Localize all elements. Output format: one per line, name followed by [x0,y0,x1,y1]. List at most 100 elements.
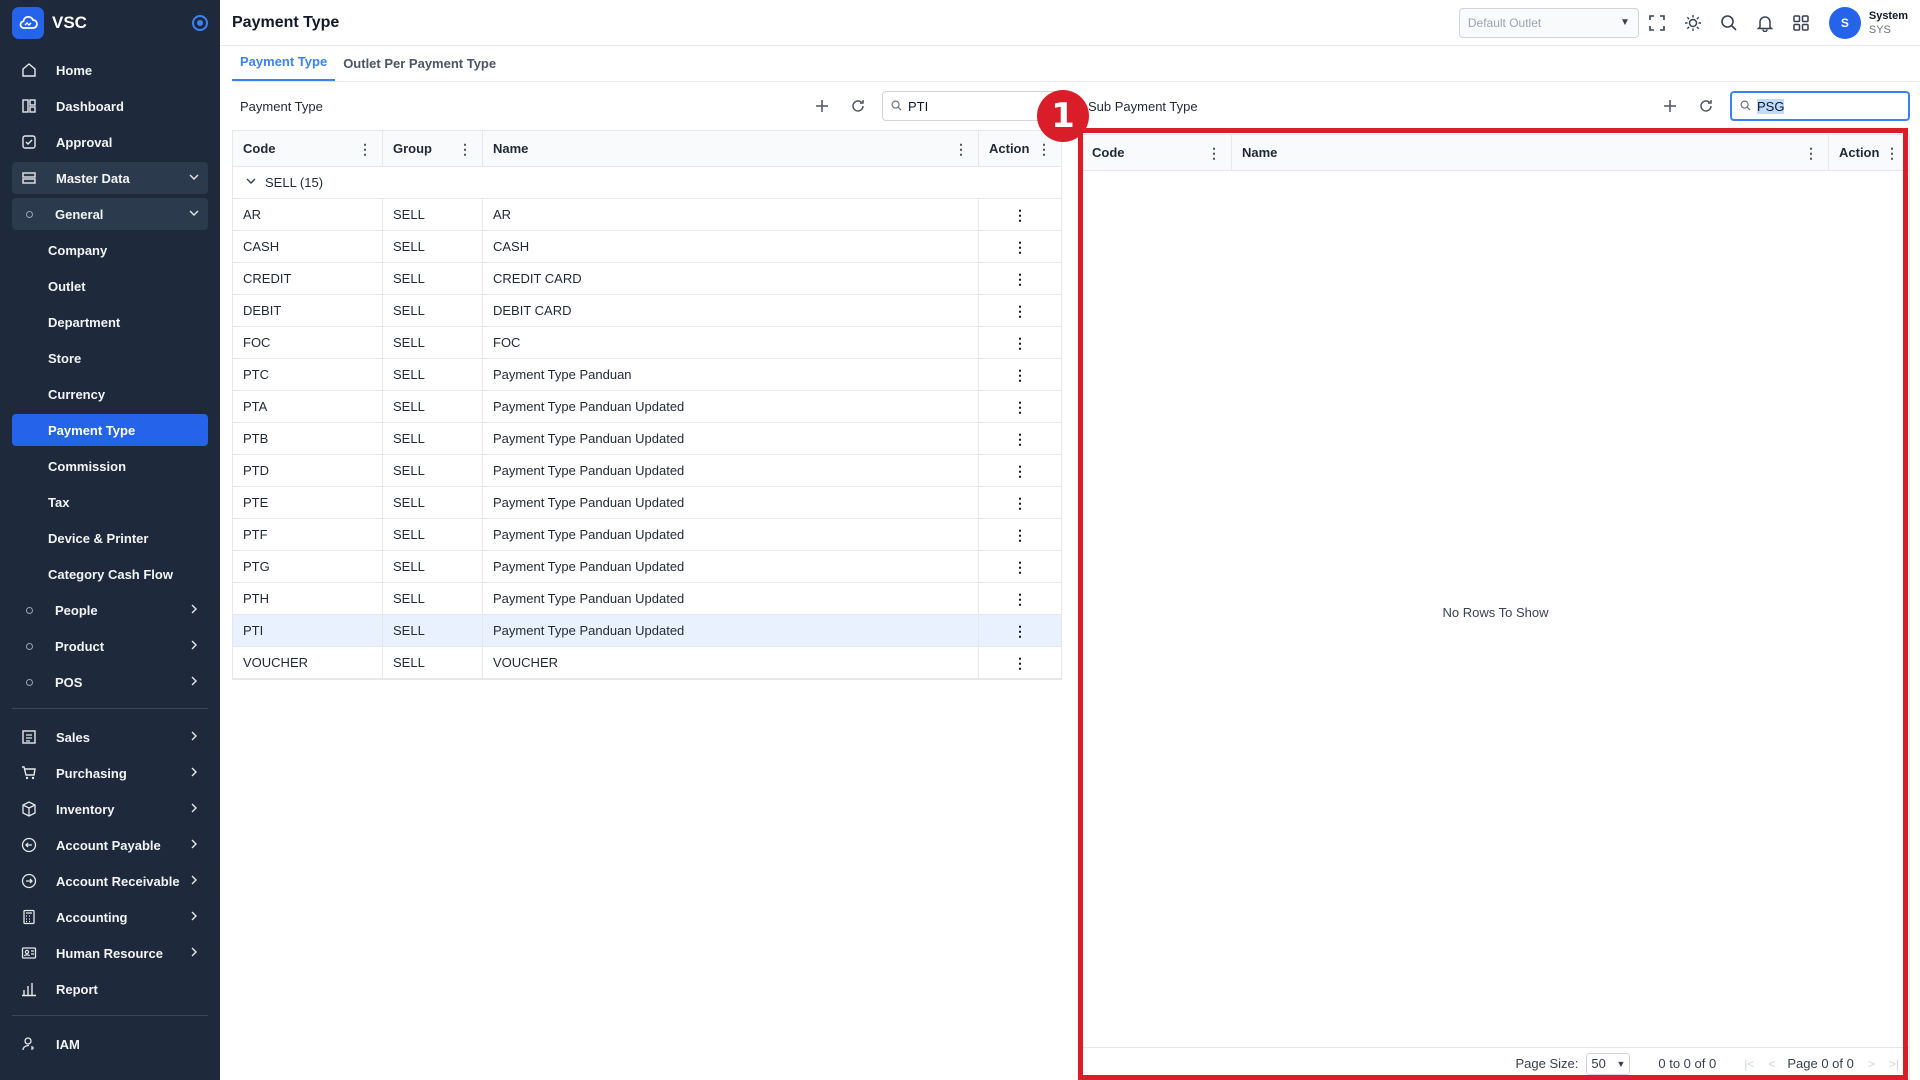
tab-outlet-per-payment-type[interactable]: Outlet Per Payment Type [335,56,504,81]
table-row[interactable]: PTF SELL Payment Type Panduan Updated ⋮ [233,519,1061,551]
table-row[interactable]: FOC SELL FOC ⋮ [233,327,1061,359]
sidebar-item-product[interactable]: Product [12,630,208,662]
column-menu-icon[interactable]: ⋮ [458,142,472,156]
sidebar-item-human-resource[interactable]: Human Resource [12,937,208,969]
table-row[interactable]: AR SELL AR ⋮ [233,199,1061,231]
sidebar-item-account-payable[interactable]: Account Payable [12,829,208,861]
sidebar-item-people[interactable]: People [12,594,208,626]
cell-group: SELL [383,615,483,646]
first-page-icon[interactable]: |< [1744,1057,1754,1071]
column-menu-icon[interactable]: ⋮ [358,142,372,156]
row-actions-icon[interactable]: ⋮ [1013,560,1027,574]
chevron-down-icon[interactable] [245,175,257,190]
chevron-right-icon [188,675,200,690]
apps-grid-icon[interactable] [1783,5,1819,41]
sidebar-item-category-cash-flow[interactable]: Category Cash Flow [12,558,208,590]
table-row[interactable]: VOUCHER SELL VOUCHER ⋮ [233,647,1061,679]
row-actions-icon[interactable]: ⋮ [1013,656,1027,670]
sidebar-item-device-printer[interactable]: Device & Printer [12,522,208,554]
bell-icon[interactable] [1747,5,1783,41]
row-actions-icon[interactable]: ⋮ [1013,240,1027,254]
sidebar-item-home[interactable]: Home [12,54,208,86]
outlet-select[interactable]: Default Outlet ▼ [1458,7,1639,38]
row-actions-icon[interactable]: ⋮ [1013,368,1027,382]
tab-payment-type[interactable]: Payment Type [232,54,336,81]
sidebar-item-inventory[interactable]: Inventory [12,793,208,825]
sidebar-item-sales[interactable]: Sales [12,721,208,753]
sidebar-pin-toggle-icon[interactable] [192,15,208,31]
column-header-group[interactable]: Group ⋮ [383,131,483,166]
sidebar-item-iam[interactable]: IAM [12,1028,208,1060]
row-actions-icon[interactable]: ⋮ [1013,304,1027,318]
sidebar-item-label: Approval [56,134,113,150]
column-menu-icon[interactable]: ⋮ [1804,146,1818,160]
row-actions-icon[interactable]: ⋮ [1013,624,1027,638]
cell-name: Payment Type Panduan Updated [483,487,979,518]
sidebar-item-tax[interactable]: Tax [12,486,208,518]
sidebar-item-department[interactable]: Department [12,306,208,338]
group-row-sell[interactable]: SELL (15) [233,167,1061,199]
sidebar-item-payment-type[interactable]: Payment Type [12,414,208,446]
refresh-icon[interactable] [1688,91,1724,121]
column-header-name[interactable]: Name ⋮ [483,131,979,166]
sidebar-item-report[interactable]: Report [12,973,208,1005]
row-actions-icon[interactable]: ⋮ [1013,272,1027,286]
column-menu-icon[interactable]: ⋮ [1037,142,1051,156]
table-row[interactable]: DEBIT SELL DEBIT CARD ⋮ [233,295,1061,327]
table-row[interactable]: PTD SELL Payment Type Panduan Updated ⋮ [233,455,1061,487]
sidebar-item-master-data[interactable]: Master Data [12,162,208,194]
table-row[interactable]: PTG SELL Payment Type Panduan Updated ⋮ [233,551,1061,583]
sidebar-item-general[interactable]: General [12,198,208,230]
chevron-right-icon [188,910,200,925]
column-menu-icon[interactable]: ⋮ [1885,146,1899,160]
sidebar-item-label: Tax [48,494,70,510]
payment-type-search-input[interactable]: PTI [882,91,1062,121]
sidebar-item-purchasing[interactable]: Purchasing [12,757,208,789]
sidebar-item-account-receivable[interactable]: Account Receivable [12,865,208,897]
page-size-select[interactable]: 50 ▼ [1586,1052,1631,1075]
search-icon[interactable] [1711,5,1747,41]
sidebar-item-accounting[interactable]: Accounting [12,901,208,933]
sidebar-item-store[interactable]: Store [12,342,208,374]
row-actions-icon[interactable]: ⋮ [1013,528,1027,542]
add-icon[interactable] [1652,91,1688,121]
column-header-code[interactable]: Code ⋮ [1082,135,1232,170]
table-row[interactable]: PTH SELL Payment Type Panduan Updated ⋮ [233,583,1061,615]
table-row[interactable]: PTA SELL Payment Type Panduan Updated ⋮ [233,391,1061,423]
row-actions-icon[interactable]: ⋮ [1013,208,1027,222]
prev-page-icon[interactable]: < [1768,1057,1775,1071]
column-header-code[interactable]: Code ⋮ [233,131,383,166]
table-row[interactable]: CASH SELL CASH ⋮ [233,231,1061,263]
next-page-icon[interactable]: > [1868,1057,1875,1071]
row-actions-icon[interactable]: ⋮ [1013,400,1027,414]
row-actions-icon[interactable]: ⋮ [1013,432,1027,446]
sidebar-item-currency[interactable]: Currency [12,378,208,410]
table-row[interactable]: CREDIT SELL CREDIT CARD ⋮ [233,263,1061,295]
user-info[interactable]: System SYS [1869,9,1908,37]
row-actions-icon[interactable]: ⋮ [1013,496,1027,510]
theme-sun-icon[interactable] [1675,5,1711,41]
sidebar-item-outlet[interactable]: Outlet [12,270,208,302]
column-menu-icon[interactable]: ⋮ [1207,146,1221,160]
sidebar-item-approval[interactable]: Approval [12,126,208,158]
row-actions-icon[interactable]: ⋮ [1013,464,1027,478]
column-header-name[interactable]: Name ⋮ [1232,135,1829,170]
row-actions-icon[interactable]: ⋮ [1013,592,1027,606]
table-row[interactable]: PTE SELL Payment Type Panduan Updated ⋮ [233,487,1061,519]
table-row[interactable]: PTB SELL Payment Type Panduan Updated ⋮ [233,423,1061,455]
row-actions-icon[interactable]: ⋮ [1013,336,1027,350]
table-row[interactable]: PTI SELL Payment Type Panduan Updated ⋮ [233,615,1061,647]
table-row[interactable]: PTC SELL Payment Type Panduan ⋮ [233,359,1061,391]
column-header-action[interactable]: Action ⋮ [1829,135,1909,170]
sub-payment-type-search-input[interactable]: PSG [1730,91,1910,121]
sidebar-item-commission[interactable]: Commission [12,450,208,482]
add-icon[interactable] [804,91,840,121]
sidebar-item-company[interactable]: Company [12,234,208,266]
last-page-icon[interactable]: >| [1889,1057,1899,1071]
avatar[interactable]: S [1828,6,1861,39]
column-menu-icon[interactable]: ⋮ [954,142,968,156]
refresh-icon[interactable] [840,91,876,121]
fullscreen-icon[interactable] [1639,5,1675,41]
sidebar-item-dashboard[interactable]: Dashboard [12,90,208,122]
sidebar-item-pos[interactable]: POS [12,666,208,698]
